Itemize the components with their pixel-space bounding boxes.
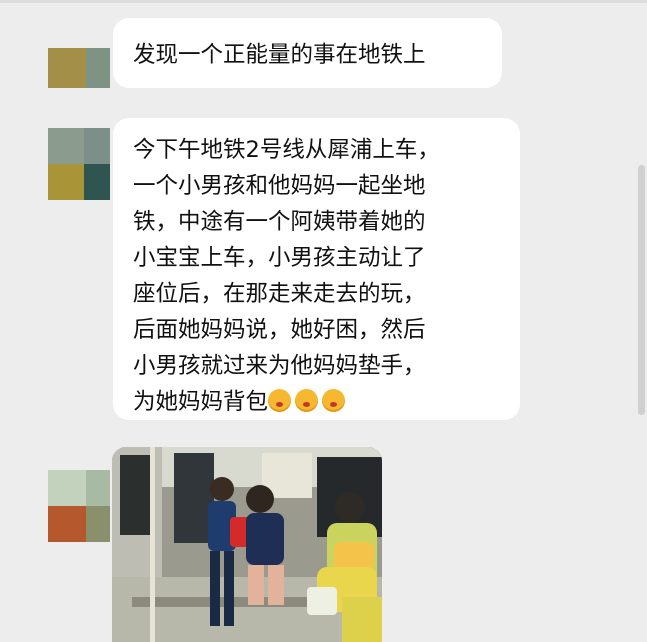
message-image[interactable]	[112, 447, 382, 642]
flushed-face-icon	[295, 389, 319, 412]
message-text: 发现一个正能量的事在地铁上	[133, 42, 426, 68]
message-text-line: 为她妈妈背包	[133, 389, 269, 415]
avatar[interactable]	[48, 470, 110, 542]
message-text-line: 今下午地铁2号线从犀浦上车，	[133, 137, 440, 163]
message-text-line: 后面她妈妈说，她好困，然后	[133, 317, 426, 343]
scrollbar[interactable]	[638, 165, 645, 415]
top-border	[0, 0, 647, 3]
message-text-line: 铁，中途有一个阿姨带着她的	[133, 209, 426, 235]
message-text-last-line: 为她妈妈背包	[133, 384, 508, 420]
message-bubble[interactable]: 今下午地铁2号线从犀浦上车， 一个小男孩和他妈妈一起坐地 铁，中途有一个阿姨带着…	[113, 118, 520, 420]
message-text-line: 一个小男孩和他妈妈一起坐地	[133, 173, 426, 199]
message-text-line: 座位后，在那走来走去的玩，	[133, 281, 426, 307]
message-text-line: 小宝宝上车，小男孩主动让了	[133, 245, 426, 271]
flushed-face-icon	[322, 389, 346, 412]
subway-photo	[112, 447, 382, 642]
message-bubble[interactable]: 发现一个正能量的事在地铁上	[113, 18, 502, 88]
message-text-line: 小男孩就过来为他妈妈垫手，	[133, 353, 426, 379]
flushed-face-icon	[268, 389, 292, 412]
avatar[interactable]	[48, 48, 110, 88]
avatar[interactable]	[48, 128, 110, 200]
